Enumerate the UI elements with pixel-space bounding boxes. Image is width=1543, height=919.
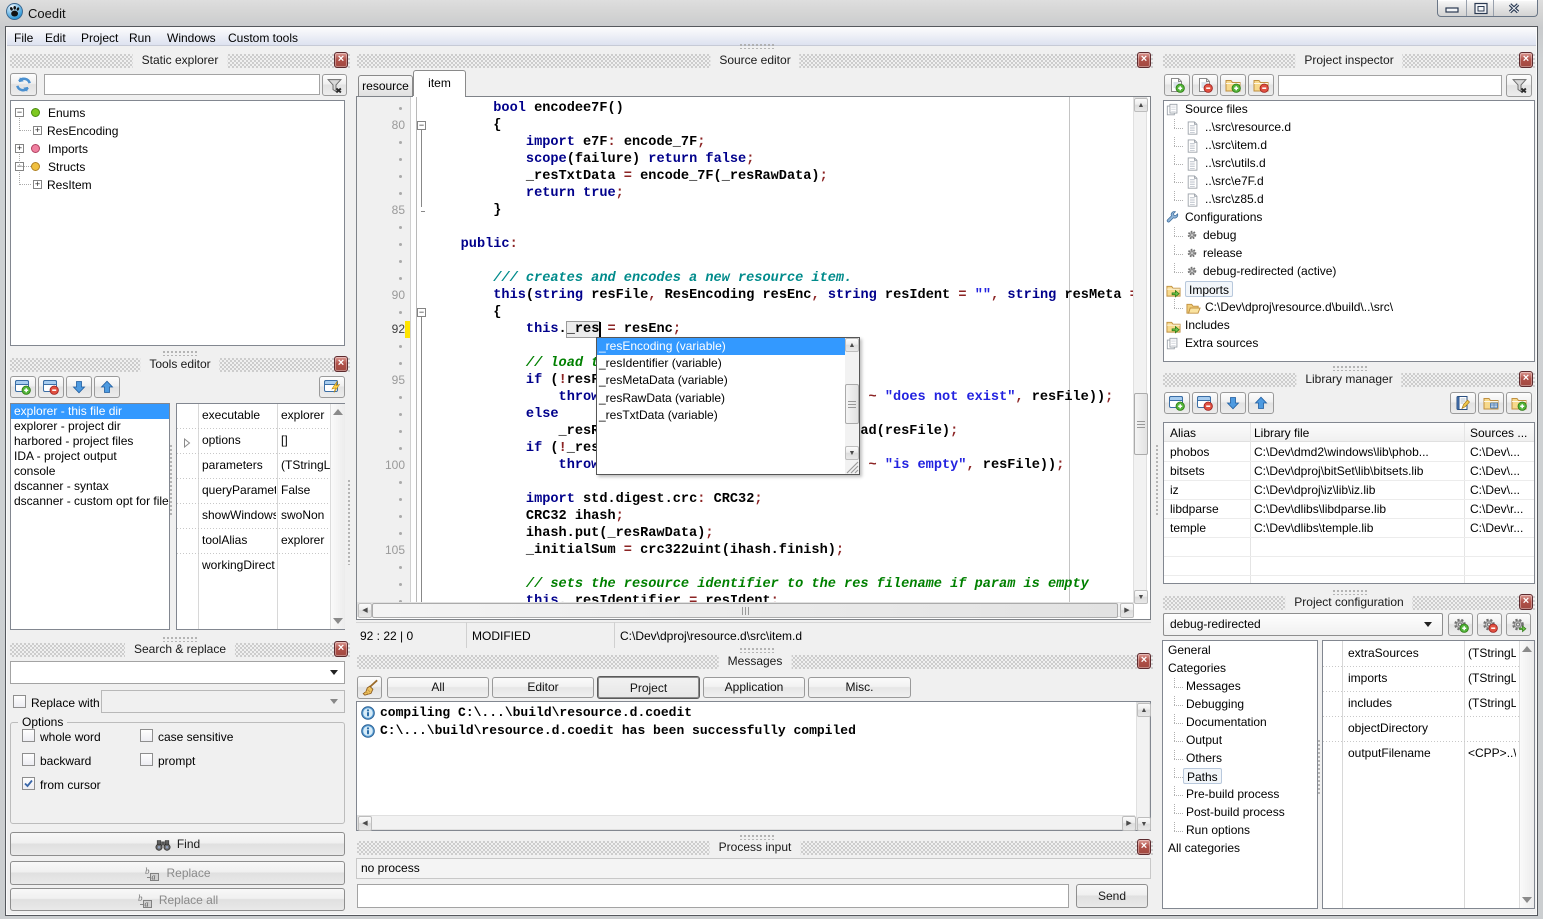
svg-text:a: a [152, 873, 156, 882]
svg-text:a: a [144, 899, 148, 908]
svg-text:b: b [138, 893, 143, 903]
svg-text:b: b [145, 866, 150, 876]
